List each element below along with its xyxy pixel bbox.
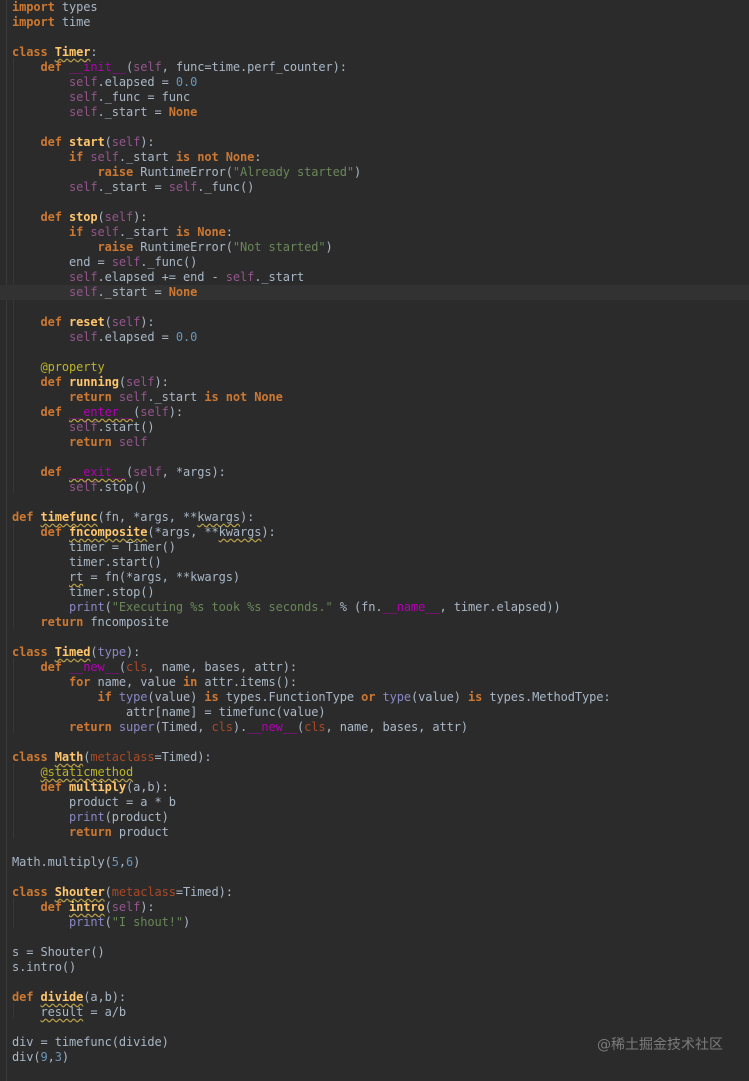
code-line[interactable]: timer.start() (0, 555, 749, 570)
code-line[interactable]: def running(self): (0, 375, 749, 390)
code-line[interactable]: print("Executing %s took %s seconds." % … (0, 600, 749, 615)
code-line[interactable]: self.elapsed = 0.0 (0, 330, 749, 345)
code-line[interactable]: def __init__(self, func=time.perf_counte… (0, 60, 749, 75)
code-line[interactable]: raise RuntimeError("Already started") (0, 165, 749, 180)
code-lines: import types import time class Timer: def … (0, 0, 749, 1065)
code-line[interactable]: return product (0, 825, 749, 840)
code-editor[interactable]: import types import time class Timer: def … (0, 0, 749, 1081)
code-line[interactable]: s.intro() (0, 960, 749, 975)
code-line[interactable]: class Math(metaclass=Timed): (0, 750, 749, 765)
code-line[interactable]: def reset(self): (0, 315, 749, 330)
code-line[interactable] (0, 1020, 749, 1035)
code-line[interactable] (0, 195, 749, 210)
code-line[interactable]: self.start() (0, 420, 749, 435)
code-line[interactable] (0, 930, 749, 945)
code-line[interactable]: end = self._func() (0, 255, 749, 270)
code-line[interactable]: def start(self): (0, 135, 749, 150)
code-line[interactable]: return self (0, 435, 749, 450)
code-line[interactable]: @property (0, 360, 749, 375)
code-line[interactable] (0, 735, 749, 750)
code-line[interactable]: return super(Timed, cls).__new__(cls, na… (0, 720, 749, 735)
code-line[interactable]: timer = Timer() (0, 540, 749, 555)
code-line[interactable]: self._start = None (0, 105, 749, 120)
code-line[interactable] (0, 870, 749, 885)
code-line[interactable] (0, 300, 749, 315)
code-line[interactable] (0, 30, 749, 45)
code-line[interactable]: @staticmethod (0, 765, 749, 780)
code-line[interactable]: product = a * b (0, 795, 749, 810)
code-line[interactable]: Math.multiply(5,6) (0, 855, 749, 870)
code-line[interactable]: class Timed(type): (0, 645, 749, 660)
code-line[interactable]: return self._start is not None (0, 390, 749, 405)
code-line[interactable]: import types (0, 0, 749, 15)
code-line[interactable]: def timefunc(fn, *args, **kwargs): (0, 510, 749, 525)
code-line[interactable]: attr[name] = timefunc(value) (0, 705, 749, 720)
code-line[interactable]: rt = fn(*args, **kwargs) (0, 570, 749, 585)
code-line[interactable]: def fncomposite(*args, **kwargs): (0, 525, 749, 540)
code-line[interactable]: raise RuntimeError("Not started") (0, 240, 749, 255)
code-line[interactable]: timer.stop() (0, 585, 749, 600)
code-line[interactable] (0, 495, 749, 510)
code-line[interactable] (0, 120, 749, 135)
code-line[interactable] (0, 840, 749, 855)
code-line[interactable]: return fncomposite (0, 615, 749, 630)
code-line[interactable]: def divide(a,b): (0, 990, 749, 1005)
code-line[interactable]: def intro(self): (0, 900, 749, 915)
code-line[interactable]: print("I shout!") (0, 915, 749, 930)
code-line[interactable]: if type(value) is types.FunctionType or … (0, 690, 749, 705)
code-line[interactable]: self.stop() (0, 480, 749, 495)
code-line[interactable]: self._func = func (0, 90, 749, 105)
code-line[interactable] (0, 630, 749, 645)
code-line[interactable]: self.elapsed += end - self._start (0, 270, 749, 285)
code-line[interactable]: self.elapsed = 0.0 (0, 75, 749, 90)
watermark-text: @稀土掘金技术社区 (597, 1037, 723, 1053)
code-line[interactable]: def __exit__(self, *args): (0, 465, 749, 480)
code-line[interactable]: s = Shouter() (0, 945, 749, 960)
code-line[interactable]: class Shouter(metaclass=Timed): (0, 885, 749, 900)
code-line[interactable]: def multiply(a,b): (0, 780, 749, 795)
code-line[interactable]: import time (0, 15, 749, 30)
code-line[interactable] (0, 450, 749, 465)
code-line[interactable]: def __enter__(self): (0, 405, 749, 420)
code-line[interactable]: print(product) (0, 810, 749, 825)
code-line[interactable]: def __new__(cls, name, bases, attr): (0, 660, 749, 675)
code-line[interactable]: def stop(self): (0, 210, 749, 225)
code-line[interactable]: for name, value in attr.items(): (0, 675, 749, 690)
code-line[interactable]: self._start = None (0, 285, 749, 300)
code-line[interactable]: self._start = self._func() (0, 180, 749, 195)
code-line[interactable] (0, 345, 749, 360)
code-line[interactable]: if self._start is None: (0, 225, 749, 240)
code-line[interactable] (0, 975, 749, 990)
code-line[interactable]: class Timer: (0, 45, 749, 60)
code-line[interactable]: if self._start is not None: (0, 150, 749, 165)
code-line[interactable]: result = a/b (0, 1005, 749, 1020)
